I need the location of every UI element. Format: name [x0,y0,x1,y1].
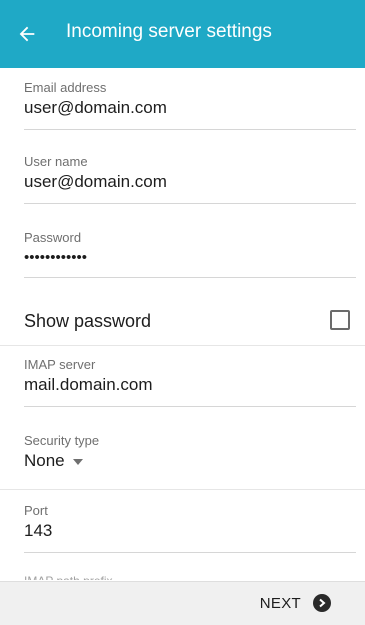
password-label: Password [24,230,82,245]
imap-server-value[interactable]: mail.domain.com [24,375,356,395]
show-password-label: Show password [24,311,152,331]
imap-path-prefix-label: IMAP path prefix [24,574,113,580]
username-underline [24,203,356,204]
next-button[interactable]: NEXT [260,594,331,612]
show-password-checkbox[interactable] [330,310,350,330]
password-field[interactable]: Password •••••••••••• [24,230,356,268]
section-divider-2 [0,489,365,490]
section-divider [0,345,365,346]
next-label: NEXT [259,594,301,612]
chevron-right-circle-icon [313,594,331,612]
security-type-select[interactable]: None [24,451,356,471]
show-password-row[interactable]: Show password [24,309,356,335]
imap-server-label: IMAP server [24,357,96,372]
port-field[interactable]: Port 143 [24,503,356,541]
imap-server-field[interactable]: IMAP server mail.domain.com [24,357,356,395]
port-label: Port [24,503,48,518]
bottom-bar: NEXT [0,581,365,625]
app-bar: Incoming server settings [0,0,365,68]
security-type-value: None [24,451,65,470]
port-value[interactable]: 143 [24,521,356,541]
email-label: Email address [24,80,107,95]
imap-server-underline [24,406,356,407]
dropdown-arrow-icon [72,459,83,465]
password-underline [24,277,356,278]
page-title: Incoming server settings [66,21,272,42]
username-value[interactable]: user@domain.com [24,172,356,192]
password-value[interactable]: •••••••••••• [24,248,356,268]
arrow-left-icon [19,26,35,42]
email-field[interactable]: Email address user@domain.com [24,80,356,118]
username-field[interactable]: User name user@domain.com [24,154,356,192]
port-underline [24,552,356,553]
back-button[interactable] [16,18,56,50]
username-label: User name [24,154,88,169]
security-type-label: Security type [24,433,100,448]
email-value[interactable]: user@domain.com [24,98,356,118]
security-type-field[interactable]: Security type None [24,433,356,471]
email-underline [24,129,356,130]
